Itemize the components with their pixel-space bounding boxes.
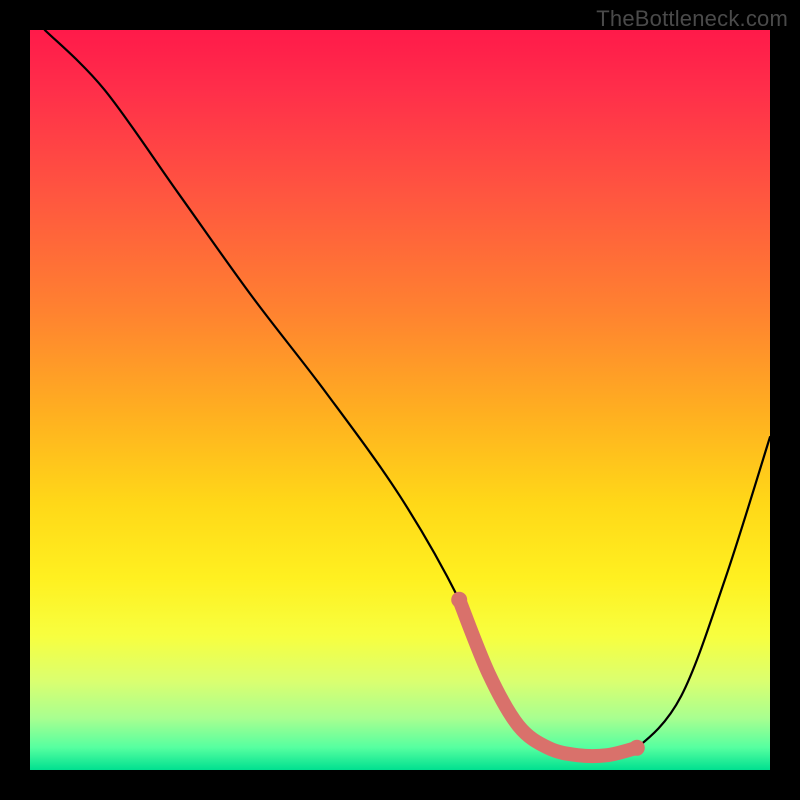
- curve-svg: [30, 30, 770, 770]
- highlight-dot: [451, 592, 467, 608]
- highlight-dot: [629, 740, 645, 756]
- chart-frame: TheBottleneck.com: [0, 0, 800, 800]
- highlight-segment: [459, 600, 637, 756]
- plot-area: [30, 30, 770, 770]
- watermark-text: TheBottleneck.com: [596, 6, 788, 32]
- bottleneck-curve-line: [45, 30, 770, 756]
